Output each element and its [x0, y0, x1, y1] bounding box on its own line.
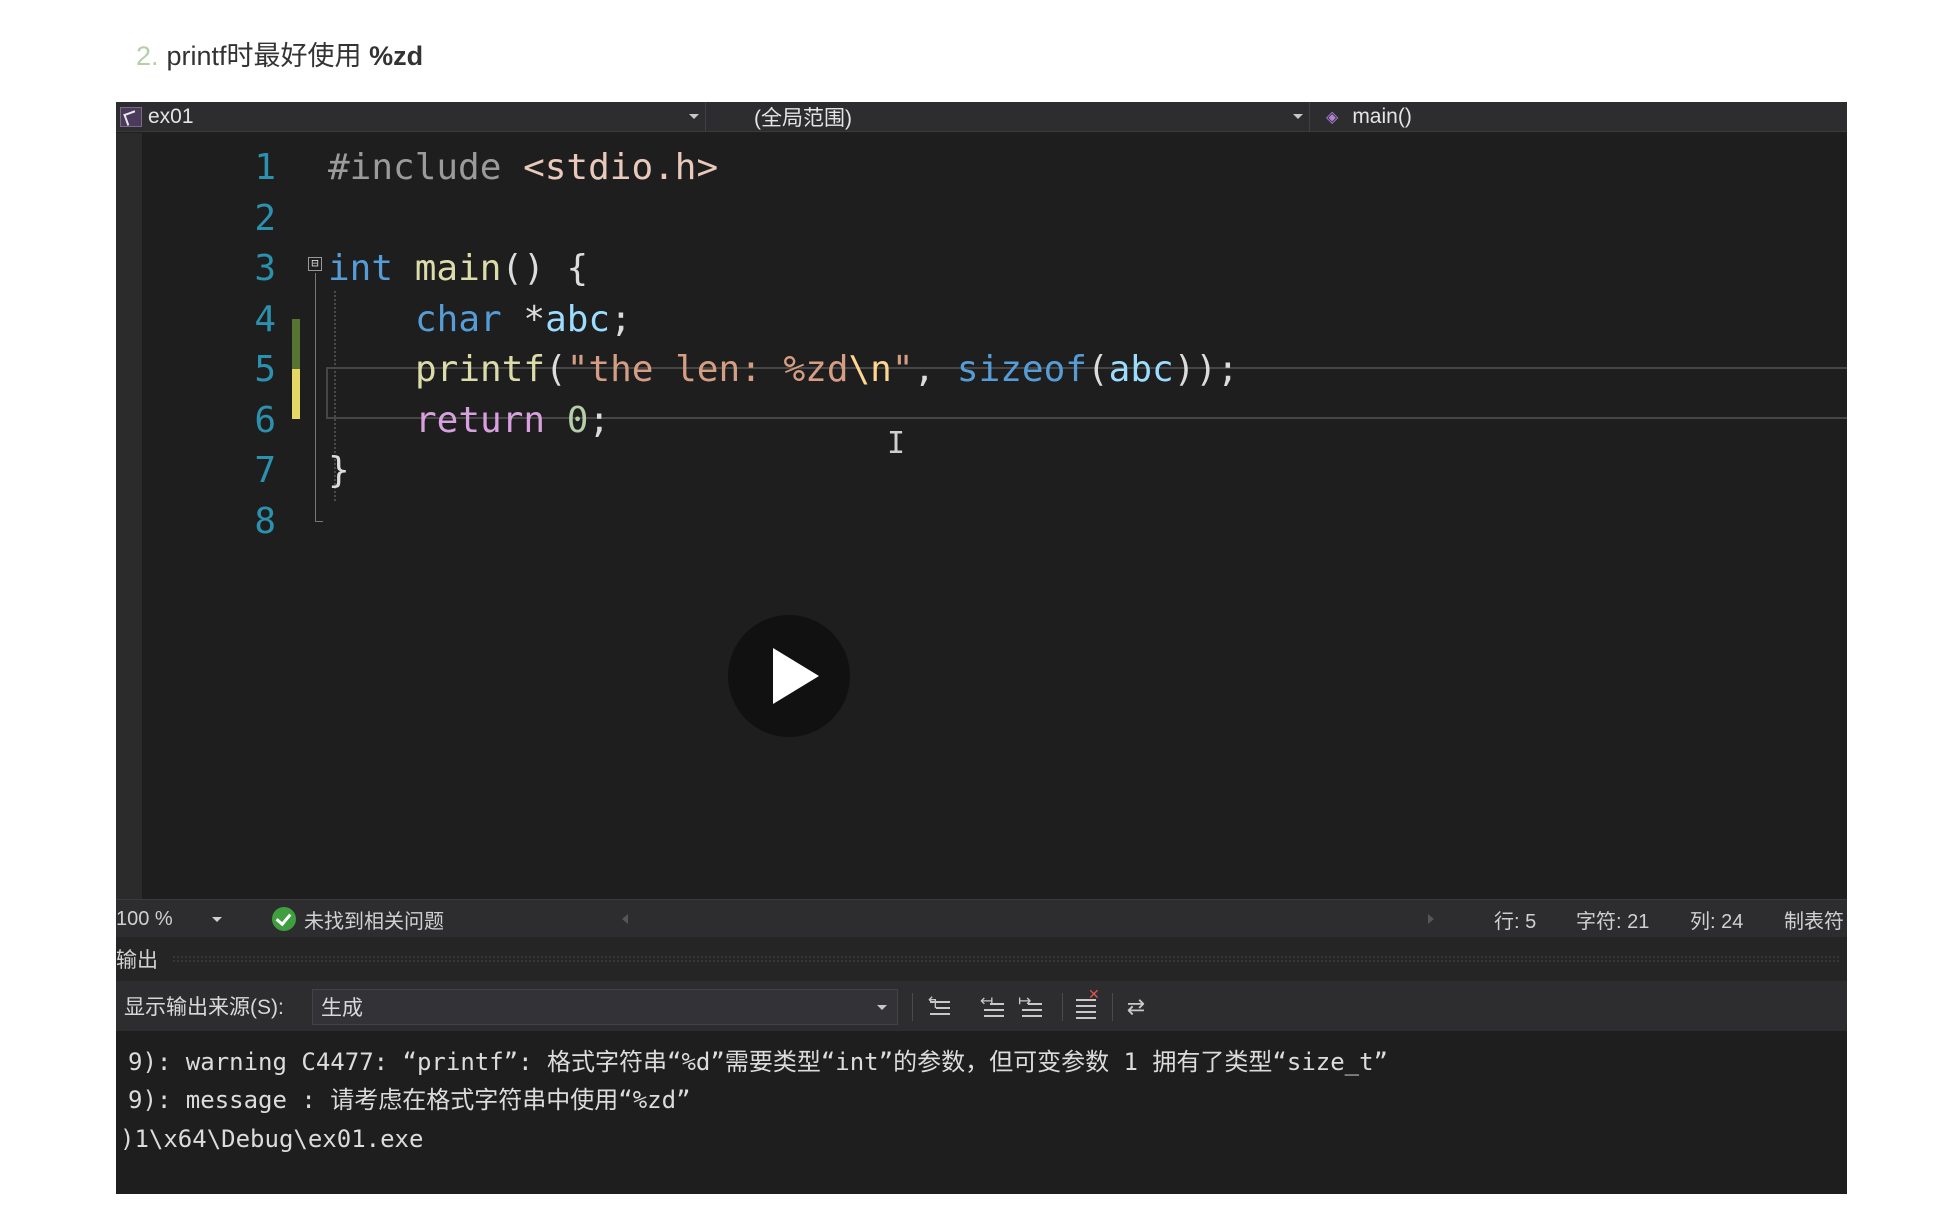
code-line-5: printf("the len: %zd\n", sizeof(abc)); — [415, 345, 1239, 395]
number-literal: 0 — [566, 400, 589, 441]
output-line: 9): message : 请考虑在格式字符串中使用“%zd” — [128, 1086, 691, 1114]
project-icon — [120, 107, 142, 127]
code-punct: , — [913, 349, 957, 390]
change-indicator-unsaved — [292, 369, 300, 419]
scope-name: (全局范围) — [754, 107, 852, 130]
string-literal: " — [891, 349, 914, 390]
member-name: main() — [1352, 105, 1412, 128]
line-number: 5 — [254, 349, 276, 390]
line-number: 4 — [254, 299, 276, 340]
issues-text: 未找到相关问题 — [304, 910, 444, 933]
goto-prev-icon[interactable]: ↤ — [978, 991, 1010, 1023]
issues-indicator[interactable]: 未找到相关问题 — [272, 900, 444, 938]
line-number: 6 — [254, 400, 276, 441]
project-dropdown[interactable]: ex01 — [116, 102, 706, 132]
panel-grip[interactable] — [172, 955, 1839, 963]
code-punct: * — [501, 299, 546, 340]
code-line-1: #include <stdio.h> — [328, 143, 718, 193]
variable-name: abc — [545, 299, 611, 340]
code-punct: ; — [610, 299, 632, 340]
toolbar-divider — [1062, 993, 1063, 1021]
clear-all-icon[interactable]: ✕ — [1070, 987, 1102, 1023]
row-indicator: 行: 5 — [1494, 910, 1537, 933]
goto-prev-message-icon[interactable]: ↰ — [924, 991, 956, 1023]
type-keyword: int — [328, 248, 394, 289]
output-panel-title: 输出 — [116, 937, 1847, 981]
output-source-label: 显示输出来源(S): — [124, 996, 284, 1019]
line-number: 7 — [254, 450, 276, 491]
code-line-6: return 0; — [415, 396, 610, 446]
check-circle-icon — [272, 907, 296, 931]
section-heading: 2. printf时最好使用 %zd — [136, 36, 423, 76]
heading-bold-code: %zd — [369, 41, 424, 71]
output-line: )1\x64\Debug\ex01.exe — [120, 1125, 424, 1153]
scroll-left-icon[interactable] — [622, 914, 628, 924]
output-title: 输出 — [116, 949, 158, 972]
output-line: 9): warning C4477: “printf”: 格式字符串“%d”需要… — [128, 1048, 1389, 1076]
toggle-word-wrap-icon[interactable]: ⇄ — [1120, 991, 1152, 1023]
line-number: 1 — [254, 147, 276, 188]
code-line-3: int main() { — [328, 244, 588, 294]
editor-status-bar: 100 % 未找到相关问题 行: 5 字符: 21 列: 24 制表符 — [116, 899, 1847, 937]
project-name: ex01 — [148, 105, 194, 128]
sizeof-keyword: sizeof — [956, 349, 1087, 390]
output-source-value: 生成 — [321, 997, 363, 1020]
scope-dropdown[interactable]: (全局范围) — [714, 102, 1310, 132]
type-keyword: char — [415, 299, 502, 340]
zoom-level[interactable]: 100 % — [116, 900, 173, 938]
video-player[interactable]: ex01 (全局范围) ◈ main() 1 2 3 4 5 6 7 8 ⊟ #… — [116, 102, 1847, 1194]
code-punct: ( — [1086, 349, 1109, 390]
col-indicator: 列: 24 — [1690, 910, 1744, 933]
include-header: <stdio.h> — [523, 147, 719, 188]
chevron-down-icon[interactable] — [212, 917, 222, 922]
line-number: 8 — [254, 501, 276, 542]
indicator-margin — [116, 133, 142, 899]
string-literal: "the len: %zd — [566, 349, 849, 390]
play-icon[interactable] — [728, 615, 850, 737]
char-indicator: 字符: 21 — [1576, 910, 1650, 933]
return-keyword: return — [415, 400, 546, 441]
line-number: 2 — [254, 198, 276, 239]
tab-indicator[interactable]: 制表符 — [1784, 900, 1844, 938]
heading-text: printf时最好使用 — [166, 41, 362, 71]
chevron-down-icon — [1293, 114, 1303, 119]
member-dropdown[interactable]: ◈ main() — [1316, 102, 1847, 132]
code-line-4: char *abc; — [415, 295, 632, 345]
collapse-icon[interactable]: ⊟ — [308, 257, 322, 271]
variable-name: abc — [1108, 349, 1174, 390]
code-line-7: } — [328, 446, 350, 496]
toolbar-divider — [1112, 993, 1113, 1021]
text-cursor-icon: I — [887, 426, 906, 461]
navigation-bar: ex01 (全局范围) ◈ main() — [116, 102, 1847, 132]
output-text-area[interactable]: 9): warning C4477: “printf”: 格式字符串“%d”需要… — [116, 1031, 1847, 1194]
output-source-select[interactable]: 生成 — [312, 989, 898, 1025]
preprocessor-directive: #include — [328, 147, 502, 188]
function-name: main — [414, 248, 502, 289]
fold-guide-end — [315, 521, 323, 522]
escape-sequence: \n — [848, 349, 892, 390]
code-punct: ( — [545, 349, 567, 390]
closing-brace: } — [328, 450, 350, 491]
heading-number: 2. — [136, 41, 159, 71]
chevron-down-icon — [877, 1005, 887, 1010]
toolbar-divider — [912, 993, 913, 1021]
line-number: 3 — [254, 248, 276, 289]
chevron-down-icon — [689, 114, 699, 119]
fold-guide — [315, 273, 316, 521]
change-indicator-saved — [292, 319, 300, 369]
code-punct: )); — [1173, 349, 1239, 390]
goto-next-icon[interactable]: ↦ — [1016, 991, 1048, 1023]
output-toolbar: 显示输出来源(S): 生成 ↰ ↤ ↦ ✕ ⇄ — [116, 981, 1847, 1031]
code-punct: ; — [588, 400, 611, 441]
code-punct: () { — [501, 248, 589, 289]
scroll-right-icon[interactable] — [1428, 914, 1434, 924]
code-editor[interactable]: 1 2 3 4 5 6 7 8 ⊟ #include <stdio.h> int… — [116, 133, 1847, 899]
function-name: printf — [415, 349, 546, 390]
cube-icon: ◈ — [1326, 109, 1339, 126]
